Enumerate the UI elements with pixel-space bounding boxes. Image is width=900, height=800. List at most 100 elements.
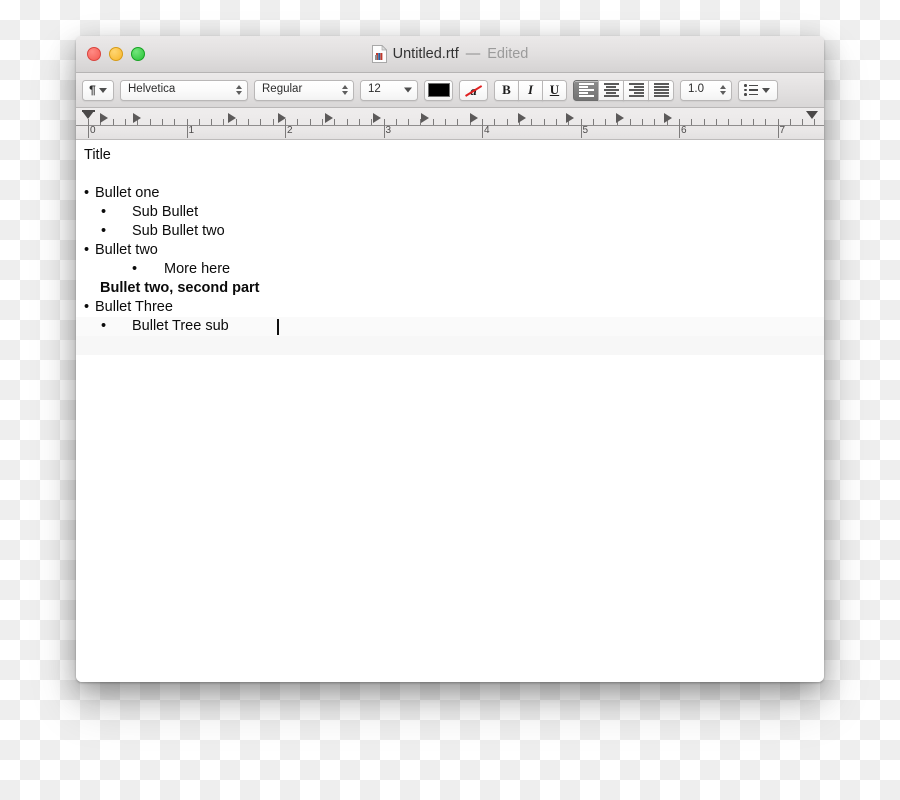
document-bullet-line[interactable]: • Bullet one [76,184,824,203]
ruler-tick [297,119,299,125]
ruler-tab-stop-marker[interactable] [325,113,333,123]
document-line-text: More here [164,261,231,277]
ruler-left-indent-marker[interactable] [82,111,94,119]
align-justify-button[interactable] [648,79,674,101]
document-bullet-line[interactable]: • Bullet Three [76,298,824,317]
underline-button[interactable]: U [542,79,567,101]
document-line-text: Sub Bullet [132,204,199,220]
document-bullet-line[interactable]: • More here [76,260,824,279]
background-color-button[interactable]: a [459,79,488,101]
close-button-icon[interactable] [87,47,101,61]
document-line-blank[interactable] [76,165,824,184]
text-color-well[interactable] [424,79,453,101]
document-line-title[interactable]: Title [76,146,824,165]
line-spacing-stepper-icon[interactable] [720,85,726,95]
window-titlebar[interactable]: Untitled.rtf — Edited [76,36,824,73]
ruler-tick [174,119,176,125]
ruler-tick [703,119,705,125]
list-menu-button[interactable] [738,79,778,101]
ruler-tick [592,119,594,125]
color-swatch-icon [427,83,450,97]
bullet-glyph: • [84,185,90,201]
ruler-tick [408,119,410,125]
ruler-tick [112,119,114,125]
font-family-stepper-icon[interactable] [236,85,242,95]
window-title-edited-state: Edited [487,46,529,62]
ruler-tab-stop-marker[interactable] [664,113,672,123]
chevron-down-icon [762,87,770,93]
ruler-tick [272,119,274,125]
zoom-button-icon[interactable] [131,47,145,61]
align-left-icon [578,83,594,97]
ruler-number-label: 7 [779,125,786,136]
ruler-tick [432,119,434,125]
italic-button[interactable]: I [518,79,543,101]
format-toolbar: ¶ Helvetica Regular 12 a B [76,73,824,108]
document-text[interactable]: Title • Bullet one • Sub Bullet • Sub Bu… [76,140,824,355]
bullet-glyph: • [84,242,90,258]
ruler-tab-stop-marker[interactable] [421,113,429,123]
text-cursor [277,319,279,335]
ruler-tab-stop-marker[interactable] [133,113,141,123]
line-spacing-select[interactable]: 1.0 [680,79,732,101]
ruler-tab-stop-marker[interactable] [100,113,108,123]
document-plain-line[interactable]: Bullet two, second part [76,279,824,298]
ruler-tick [814,119,816,125]
ruler-tick [223,119,225,125]
font-style-stepper-icon[interactable] [342,85,348,95]
ruler-first-line-indent-bar[interactable] [81,110,95,112]
ruler-tick [248,119,250,125]
document-ruler[interactable]: 0 1 2 3 4 5 6 7 [76,108,824,140]
ruler-number-label: 5 [582,125,589,136]
document-bullet-line-active[interactable]: • Bullet Tree sub [76,317,824,336]
ruler-tick [605,119,607,125]
chevron-down-icon [98,87,107,93]
texteditor-window: Untitled.rtf — Edited ¶ Helvetica Regula… [76,36,824,682]
document-bullet-line[interactable]: • Bullet two [76,241,824,260]
align-left-button[interactable] [573,79,599,101]
document-bullet-line[interactable]: • Sub Bullet [76,203,824,222]
bulleted-list-icon [744,84,758,96]
ruler-tick [395,119,397,125]
ruler-tick [629,119,631,125]
font-size-select[interactable]: 12 [360,79,418,101]
ruler-tick [728,119,730,125]
align-center-button[interactable] [598,79,624,101]
minimize-button-icon[interactable] [109,47,123,61]
window-traffic-lights [87,36,145,72]
ruler-right-indent-marker[interactable] [806,111,818,119]
ruler-tab-stop-marker[interactable] [518,113,526,123]
ruler-tick [358,119,360,125]
bullet-glyph: • [132,261,138,277]
ruler-tick [555,119,557,125]
ruler-number-label: 3 [385,125,392,136]
align-right-button[interactable] [623,79,649,101]
font-family-select[interactable]: Helvetica [120,79,248,101]
document-page[interactable]: Title • Bullet one • Sub Bullet • Sub Bu… [76,140,824,682]
ruler-tick [691,119,693,125]
ruler-tick [531,119,533,125]
paragraph-style-menu[interactable]: ¶ [82,79,114,101]
font-style-select[interactable]: Regular [254,79,354,101]
ruler-tick [802,119,804,125]
ruler-tab-stop-marker[interactable] [616,113,624,123]
paragraph-mark-icon: ¶ [89,83,96,97]
document-line-shade[interactable] [76,336,824,355]
bullet-glyph: • [101,204,107,220]
bullet-glyph: • [84,299,90,315]
bullet-glyph: • [101,318,107,334]
ruler-tick [740,119,742,125]
ruler-tab-stop-marker[interactable] [566,113,574,123]
ruler-number-label: 0 [90,125,96,136]
ruler-tab-stop-marker[interactable] [470,113,478,123]
ruler-tab-stop-marker[interactable] [278,113,286,123]
align-justify-icon [653,83,669,97]
ruler-tab-stop-marker[interactable] [228,113,236,123]
selection-shade [76,336,824,355]
ruler-tick [334,119,336,125]
ruler-tick [715,119,717,125]
bold-button[interactable]: B [494,79,519,101]
ruler-tab-stop-marker[interactable] [373,113,381,123]
document-line-text: Bullet one [95,185,160,201]
document-bullet-line[interactable]: • Sub Bullet two [76,222,824,241]
